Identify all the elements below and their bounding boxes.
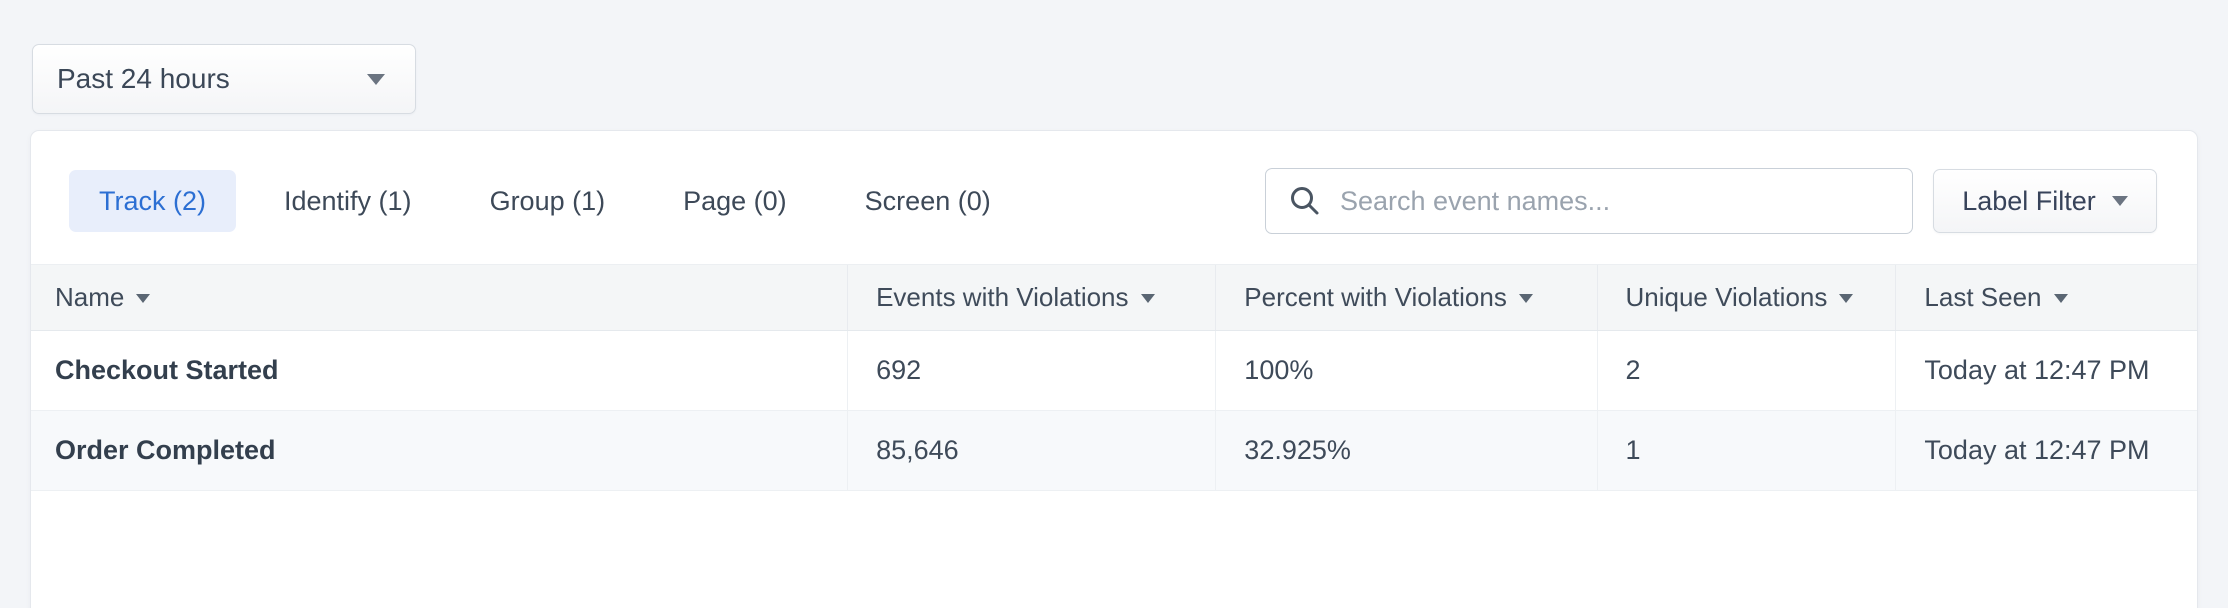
column-header-last-seen[interactable]: Last Seen — [1896, 265, 2197, 331]
tab-page[interactable]: Page (0) — [653, 170, 817, 232]
sort-caret-icon — [1519, 294, 1533, 303]
time-range-label: Past 24 hours — [57, 63, 230, 95]
table-header-row: Name Events with Violations Percent with… — [31, 265, 2197, 331]
tab-identify[interactable]: Identify (1) — [254, 170, 442, 232]
column-header-unique-violations[interactable]: Unique Violations — [1597, 265, 1896, 331]
toolbar: Track (2) Identify (1) Group (1) Page (0… — [31, 131, 2197, 264]
event-name-cell[interactable]: Checkout Started — [31, 331, 848, 411]
chevron-down-icon — [2112, 196, 2128, 206]
column-header-name[interactable]: Name — [31, 265, 848, 331]
column-header-percent-with-violations[interactable]: Percent with Violations — [1216, 265, 1597, 331]
sort-caret-icon — [1141, 294, 1155, 303]
label-filter-label: Label Filter — [1962, 186, 2096, 217]
chevron-down-icon — [367, 74, 385, 85]
percent-with-violations-cell: 100% — [1216, 331, 1597, 411]
search-input[interactable] — [1340, 186, 1892, 217]
event-type-tabs: Track (2) Identify (1) Group (1) Page (0… — [69, 170, 1021, 232]
percent-with-violations-cell: 32.925% — [1216, 411, 1597, 491]
sort-caret-icon — [2054, 294, 2068, 303]
last-seen-cell: Today at 12:47 PM — [1896, 331, 2197, 411]
label-filter-button[interactable]: Label Filter — [1933, 169, 2157, 233]
violations-card: Track (2) Identify (1) Group (1) Page (0… — [30, 130, 2198, 608]
event-name-cell[interactable]: Order Completed — [31, 411, 848, 491]
events-with-violations-cell: 85,646 — [848, 411, 1216, 491]
search-icon — [1288, 184, 1322, 218]
sort-caret-icon — [1839, 294, 1853, 303]
column-header-events-with-violations[interactable]: Events with Violations — [848, 265, 1216, 331]
last-seen-cell: Today at 12:47 PM — [1896, 411, 2197, 491]
search-box[interactable] — [1265, 168, 1913, 234]
unique-violations-cell: 2 — [1597, 331, 1896, 411]
tab-track[interactable]: Track (2) — [69, 170, 236, 232]
violations-table: Name Events with Violations Percent with… — [31, 264, 2197, 491]
tab-screen[interactable]: Screen (0) — [835, 170, 1021, 232]
time-range-dropdown[interactable]: Past 24 hours — [32, 44, 416, 114]
unique-violations-cell: 1 — [1597, 411, 1896, 491]
events-with-violations-cell: 692 — [848, 331, 1216, 411]
tab-group[interactable]: Group (1) — [460, 170, 636, 232]
table-row[interactable]: Order Completed 85,646 32.925% 1 Today a… — [31, 411, 2197, 491]
sort-caret-icon — [136, 294, 150, 303]
table-row[interactable]: Checkout Started 692 100% 2 Today at 12:… — [31, 331, 2197, 411]
